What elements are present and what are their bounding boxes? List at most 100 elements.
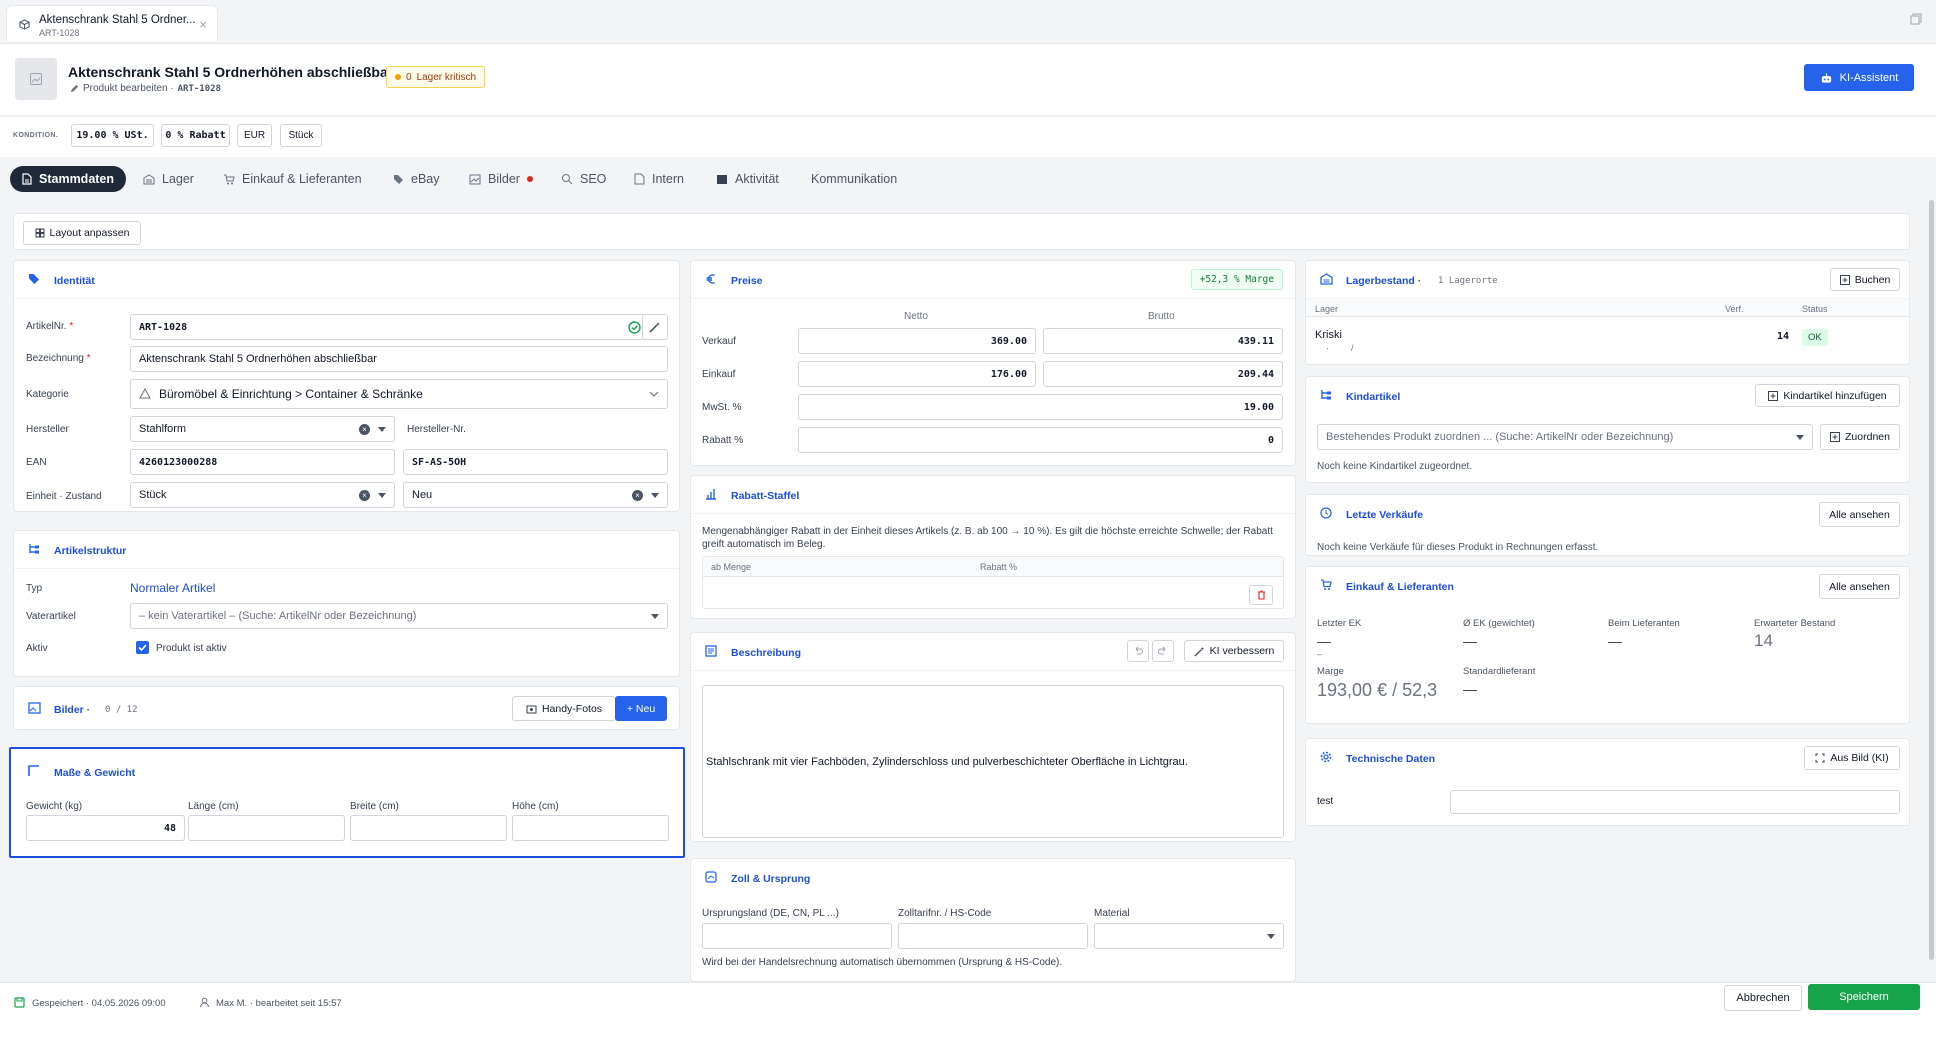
text-icon	[705, 645, 717, 657]
unit-chip[interactable]: Stück	[280, 124, 322, 147]
discount-tier-description: Mengenabhängiger Rabatt in der Einheit d…	[702, 526, 1273, 550]
col-verf: Verf.	[1725, 304, 1744, 314]
structure-card: Artikelstruktur Typ Normaler Artikel Vat…	[13, 530, 680, 677]
recent-sales-empty: Noch keine Verkäufe für dieses Produkt i…	[1317, 542, 1599, 553]
chevron-down-icon	[378, 492, 386, 498]
einheit-select[interactable]: Stück ×	[130, 482, 395, 508]
purchase-card: Einkauf & Lieferanten Alle ansehen Letzt…	[1305, 566, 1910, 724]
tab-lager[interactable]: Lager	[143, 166, 194, 192]
typ-link[interactable]: Normaler Artikel	[130, 581, 215, 595]
ki-assistant-button[interactable]: KI-Assistent	[1804, 64, 1914, 91]
child-search-select[interactable]: Bestehendes Produkt zuordnen ... (Suche:…	[1317, 424, 1813, 450]
zolltarif-label: Zolltarifnr. / HS-Code	[898, 908, 992, 919]
layout-adjust-button[interactable]: Layout anpassen	[23, 221, 141, 245]
einheit-value: Stück	[139, 489, 167, 501]
page-title: Aktenschrank Stahl 5 Ordnerhöhen abschli…	[68, 64, 394, 80]
breite-input[interactable]	[350, 815, 507, 841]
gewicht-input[interactable]: 48	[26, 815, 185, 841]
rabatt-input[interactable]: 0	[798, 427, 1283, 453]
clear-icon[interactable]: ×	[632, 489, 643, 501]
page-scrollbar[interactable]	[1929, 200, 1934, 960]
tab-einkauf[interactable]: Einkauf & Lieferanten	[223, 166, 362, 192]
document-tab[interactable]: Aktenschrank Stahl 5 Ordner... ART-1028 …	[6, 5, 218, 41]
tab-label: Bilder	[488, 172, 520, 186]
vat-chip[interactable]: 19.00 % USt.	[71, 124, 154, 147]
from-image-button[interactable]: Aus Bild (KI)	[1804, 746, 1900, 770]
book-stock-button[interactable]: Buchen	[1830, 268, 1900, 291]
tab-label: SEO	[580, 172, 607, 186]
technical-title: Technische Daten	[1346, 753, 1436, 765]
tab-intern[interactable]: Intern	[634, 166, 684, 192]
tab-kommunikation[interactable]: Kommunikation	[811, 166, 897, 192]
tab-aktivitaet[interactable]: Aktivität	[716, 166, 779, 192]
verkauf-netto-input[interactable]: 369.00	[798, 328, 1036, 354]
product-thumbnail[interactable]	[15, 58, 57, 100]
trash-icon	[1257, 590, 1265, 600]
zustand-value: Neu	[412, 489, 433, 501]
description-textarea[interactable]: Stahlschrank mit vier Fachböden, Zylinde…	[702, 685, 1284, 838]
description-card: Beschreibung KI verbessern Stahlschrank …	[690, 632, 1296, 842]
all-sales-button[interactable]: Alle ansehen	[1819, 502, 1900, 527]
ursprungsland-input[interactable]	[702, 923, 892, 949]
ki-improve-button[interactable]: KI verbessern	[1184, 640, 1284, 662]
redo-button[interactable]	[1152, 640, 1174, 662]
hersteller-nr-input[interactable]: SF-AS-5OH	[403, 449, 668, 475]
children-card: Kindartikel Kindartikel hinzufügen Beste…	[1305, 376, 1910, 483]
tab-ebay[interactable]: eBay	[393, 166, 440, 192]
clear-icon[interactable]: ×	[359, 423, 370, 435]
plus-square-icon	[1768, 390, 1779, 401]
magic-wand-button[interactable]	[642, 314, 668, 340]
handy-fotos-label: Handy-Fotos	[541, 702, 603, 715]
col-lager: Lager	[1315, 304, 1339, 314]
zolltarif-input[interactable]	[898, 923, 1088, 949]
handy-fotos-button[interactable]: Handy-Fotos	[512, 696, 616, 721]
save-button[interactable]: Speichern	[1808, 984, 1920, 1010]
artikelnr-input[interactable]: ART-1028	[130, 314, 650, 340]
material-select[interactable]	[1094, 923, 1284, 949]
tab-bilder[interactable]: Bilder	[469, 166, 533, 192]
chevron-down-icon	[1267, 933, 1275, 939]
kategorie-select[interactable]: Büromöbel & Einrichtung > Container & Sc…	[130, 379, 668, 409]
stock-row-sub1: ·	[1326, 343, 1329, 353]
chevron-down-icon	[378, 426, 386, 432]
close-icon[interactable]: ×	[199, 17, 207, 32]
einkauf-brutto-input[interactable]: 209.44	[1043, 361, 1283, 387]
add-child-button[interactable]: Kindartikel hinzufügen	[1755, 384, 1900, 407]
mwst-input[interactable]: 19.00	[798, 394, 1283, 420]
cancel-button[interactable]: Abbrechen	[1724, 985, 1802, 1011]
discount-chip[interactable]: 0 % Rabatt	[161, 124, 230, 147]
technical-row-input[interactable]	[1450, 790, 1900, 814]
product-sku: ART-1028	[177, 83, 221, 94]
layout-adjust-label: Layout anpassen	[49, 227, 130, 239]
new-image-button[interactable]: + Neu	[615, 696, 667, 721]
children-title: Kindartikel	[1346, 391, 1401, 403]
all-purchases-button[interactable]: Alle ansehen	[1819, 574, 1900, 599]
discount-tier-card: Rabatt-Staffel Mengenabhängiger Rabatt i…	[690, 475, 1296, 619]
window-tab-strip: Aktenschrank Stahl 5 Ordner... ART-1028 …	[0, 0, 1936, 44]
aktiv-checkbox[interactable]	[136, 641, 149, 654]
hoehe-input[interactable]	[512, 815, 669, 841]
currency-chip[interactable]: EUR	[237, 124, 272, 147]
tab-stammdaten[interactable]: Stammdaten	[10, 166, 127, 192]
laenge-label: Länge (cm)	[188, 801, 239, 812]
clear-icon[interactable]: ×	[359, 489, 370, 501]
margin-badge: +52,3 % Marge	[1190, 269, 1283, 290]
cart-icon	[224, 174, 235, 184]
hoehe-label: Höhe (cm)	[512, 801, 559, 812]
bezeichnung-label: Bezeichnung *	[26, 353, 91, 364]
undo-button[interactable]	[1127, 640, 1149, 662]
verkauf-brutto-input[interactable]: 439.11	[1043, 328, 1283, 354]
einkauf-netto-input[interactable]: 176.00	[798, 361, 1036, 387]
ean-input[interactable]: 4260123000288	[130, 449, 395, 475]
zustand-select[interactable]: Neu ×	[403, 482, 668, 508]
tab-seo[interactable]: SEO	[561, 166, 606, 192]
laenge-input[interactable]	[188, 815, 345, 841]
bezeichnung-input[interactable]: Aktenschrank Stahl 5 Ordnerhöhen abschli…	[130, 346, 668, 372]
redo-icon	[1158, 646, 1166, 655]
hersteller-select[interactable]: Stahlform ×	[130, 416, 395, 442]
window-restore-icon[interactable]	[1910, 13, 1922, 25]
vaterartikel-select[interactable]: – kein Vaterartikel – (Suche: ArtikelNr …	[130, 603, 668, 629]
assign-child-button[interactable]: Zuordnen	[1820, 424, 1900, 450]
delete-row-button[interactable]	[1249, 585, 1273, 605]
conditions-label: KONDITION.	[13, 132, 59, 139]
